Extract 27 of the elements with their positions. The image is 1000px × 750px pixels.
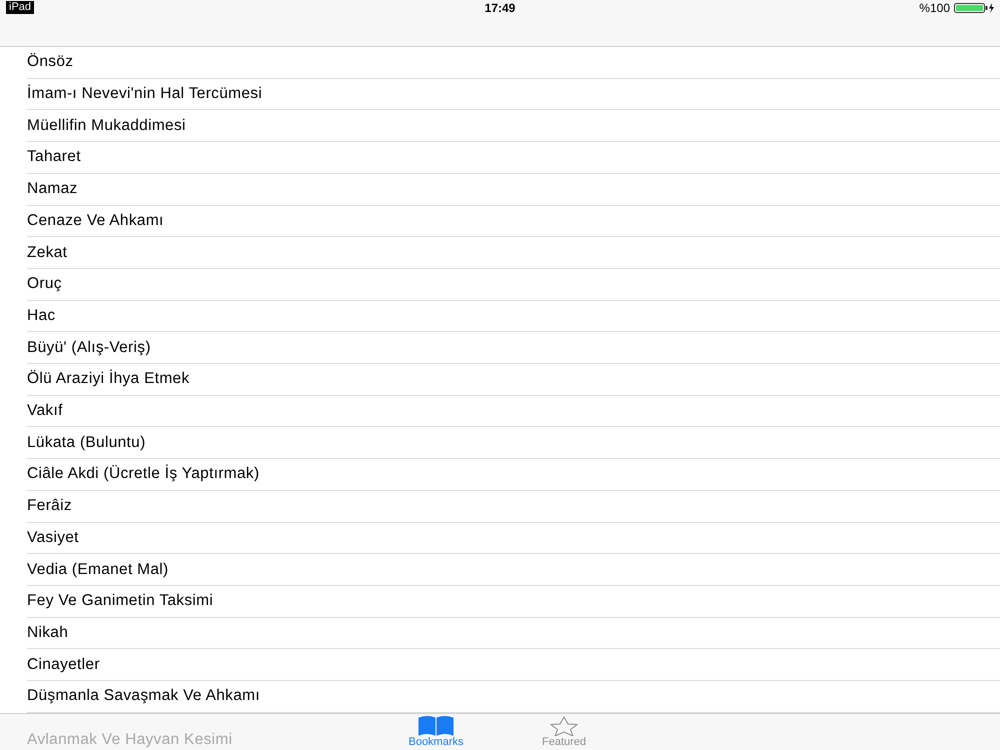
chapter-item[interactable]: İmam-ı Nevevi'nin Hal Tercümesi [27, 78, 1000, 110]
chapter-item[interactable]: Vasiyet [27, 522, 1000, 554]
chapter-item[interactable]: Müellifin Mukaddimesi [27, 110, 1000, 142]
device-label: iPad [6, 1, 34, 14]
clock: 17:49 [484, 1, 516, 15]
chapter-item[interactable]: Ciâle Akdi (Ücretle İş Yaptırmak) [27, 459, 1000, 491]
chapter-item[interactable]: Taharet [27, 142, 1000, 174]
chapter-item[interactable]: Ölü Araziyi İhya Etmek [27, 364, 1000, 396]
bookmarks-tab[interactable]: Bookmarks [396, 714, 476, 750]
battery-icon [954, 3, 994, 13]
chapter-item[interactable]: Zekat [27, 237, 1000, 269]
chapter-item[interactable]: Önsöz [27, 47, 1000, 79]
battery-percent: %100 [919, 1, 950, 15]
chapter-item[interactable]: Cenaze Ve Ahkamı [27, 206, 1000, 238]
book-icon [418, 716, 454, 736]
chapter-item[interactable]: Hac [27, 300, 1000, 332]
chapter-item[interactable]: Büyü' (Alış-Veriş) [27, 332, 1000, 364]
chapter-item[interactable]: Lükata (Buluntu) [27, 427, 1000, 460]
chapter-item[interactable]: Namaz [27, 174, 1000, 206]
chapter-item[interactable]: Ferâiz [27, 490, 1000, 523]
chapter-item[interactable]: Nikah [27, 618, 1000, 650]
chapter-item[interactable]: Vedia (Emanet Mal) [27, 554, 1000, 586]
chapter-item[interactable]: Oruç [27, 268, 1000, 301]
chapter-item[interactable]: Vakıf [27, 396, 1000, 428]
chapter-item[interactable]: Cinayetler [27, 649, 1000, 682]
star-icon [547, 716, 581, 736]
chapter-item[interactable]: Fey Ve Ganimetin Taksimi [27, 586, 1000, 618]
